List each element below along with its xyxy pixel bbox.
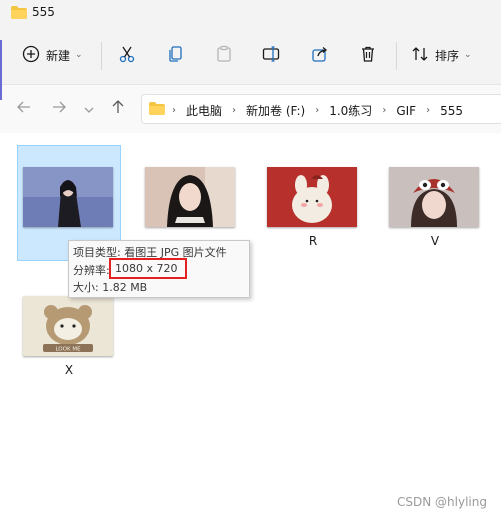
paste-button[interactable] <box>215 40 233 70</box>
breadcrumb-item[interactable]: 1.0练习 <box>329 102 372 119</box>
sort-icon <box>411 45 429 66</box>
chevron-right-icon: › <box>382 105 387 116</box>
chevron-right-icon: › <box>426 105 431 116</box>
breadcrumb: › 此电脑 › 新加卷 (F:) › 1.0练习 › GIF › 555 <box>172 102 463 119</box>
window-title: 555 <box>32 5 55 19</box>
recent-locations-chevron-icon[interactable] <box>84 103 94 117</box>
clipboard-icon <box>215 45 233 66</box>
tooltip-size: 大小: 1.82 MB <box>73 281 148 294</box>
back-arrow-icon[interactable] <box>16 99 32 118</box>
cut-button[interactable] <box>118 40 136 70</box>
file-name: R <box>308 234 318 248</box>
copy-button[interactable] <box>167 40 185 70</box>
thumbnail-caption: LOOK ME <box>55 347 81 353</box>
toolbar-divider <box>396 42 397 70</box>
folder-icon <box>149 102 165 118</box>
chevron-right-icon: › <box>315 105 320 116</box>
file-item[interactable]: R <box>261 133 365 263</box>
breadcrumb-item[interactable]: 此电脑 <box>186 102 222 119</box>
tooltip-resolution-label: 分辨率: <box>73 264 110 277</box>
rename-icon <box>262 45 280 66</box>
title-bar: 555 <box>0 0 501 26</box>
command-bar: 新建 ⌄ 排序 ⌄ <box>0 26 501 85</box>
left-edge-strip <box>0 40 2 100</box>
chevron-down-icon: ⌄ <box>75 50 83 60</box>
rename-button[interactable] <box>262 40 280 70</box>
breadcrumb-item[interactable]: 555 <box>440 104 463 118</box>
new-button[interactable]: 新建 ⌄ <box>22 40 83 70</box>
chevron-down-icon: ⌄ <box>464 50 472 60</box>
red-highlight-box <box>109 258 187 279</box>
toolbar-divider <box>101 42 102 70</box>
trash-icon <box>359 45 377 66</box>
file-name: V <box>430 234 440 248</box>
file-name: X <box>64 363 74 377</box>
up-arrow-icon[interactable] <box>110 99 126 118</box>
image-thumbnail <box>23 167 113 227</box>
image-thumbnail <box>389 167 479 227</box>
delete-button[interactable] <box>359 40 377 70</box>
image-thumbnail <box>267 167 357 227</box>
file-item[interactable]: V <box>383 133 487 263</box>
scissors-icon <box>118 45 136 66</box>
copy-icon <box>167 45 185 66</box>
image-thumbnail: LOOK ME <box>23 296 113 356</box>
chevron-right-icon: › <box>172 105 176 116</box>
share-button[interactable] <box>311 40 329 70</box>
share-icon <box>311 45 329 66</box>
folder-icon <box>11 6 27 22</box>
breadcrumb-item[interactable]: GIF <box>396 104 416 118</box>
new-button-label: 新建 <box>46 48 71 63</box>
address-bar[interactable]: › 此电脑 › 新加卷 (F:) › 1.0练习 › GIF › 555 <box>141 94 501 124</box>
chevron-right-icon: › <box>232 105 237 116</box>
forward-arrow-icon[interactable] <box>51 99 67 118</box>
sort-button-label: 排序 <box>435 48 460 63</box>
breadcrumb-item[interactable]: 新加卷 (F:) <box>246 102 305 119</box>
watermark: CSDN @hlyling <box>397 495 487 509</box>
sort-button[interactable]: 排序 ⌄ <box>411 40 472 70</box>
image-thumbnail <box>145 167 235 227</box>
plus-circle-icon <box>22 45 40 66</box>
